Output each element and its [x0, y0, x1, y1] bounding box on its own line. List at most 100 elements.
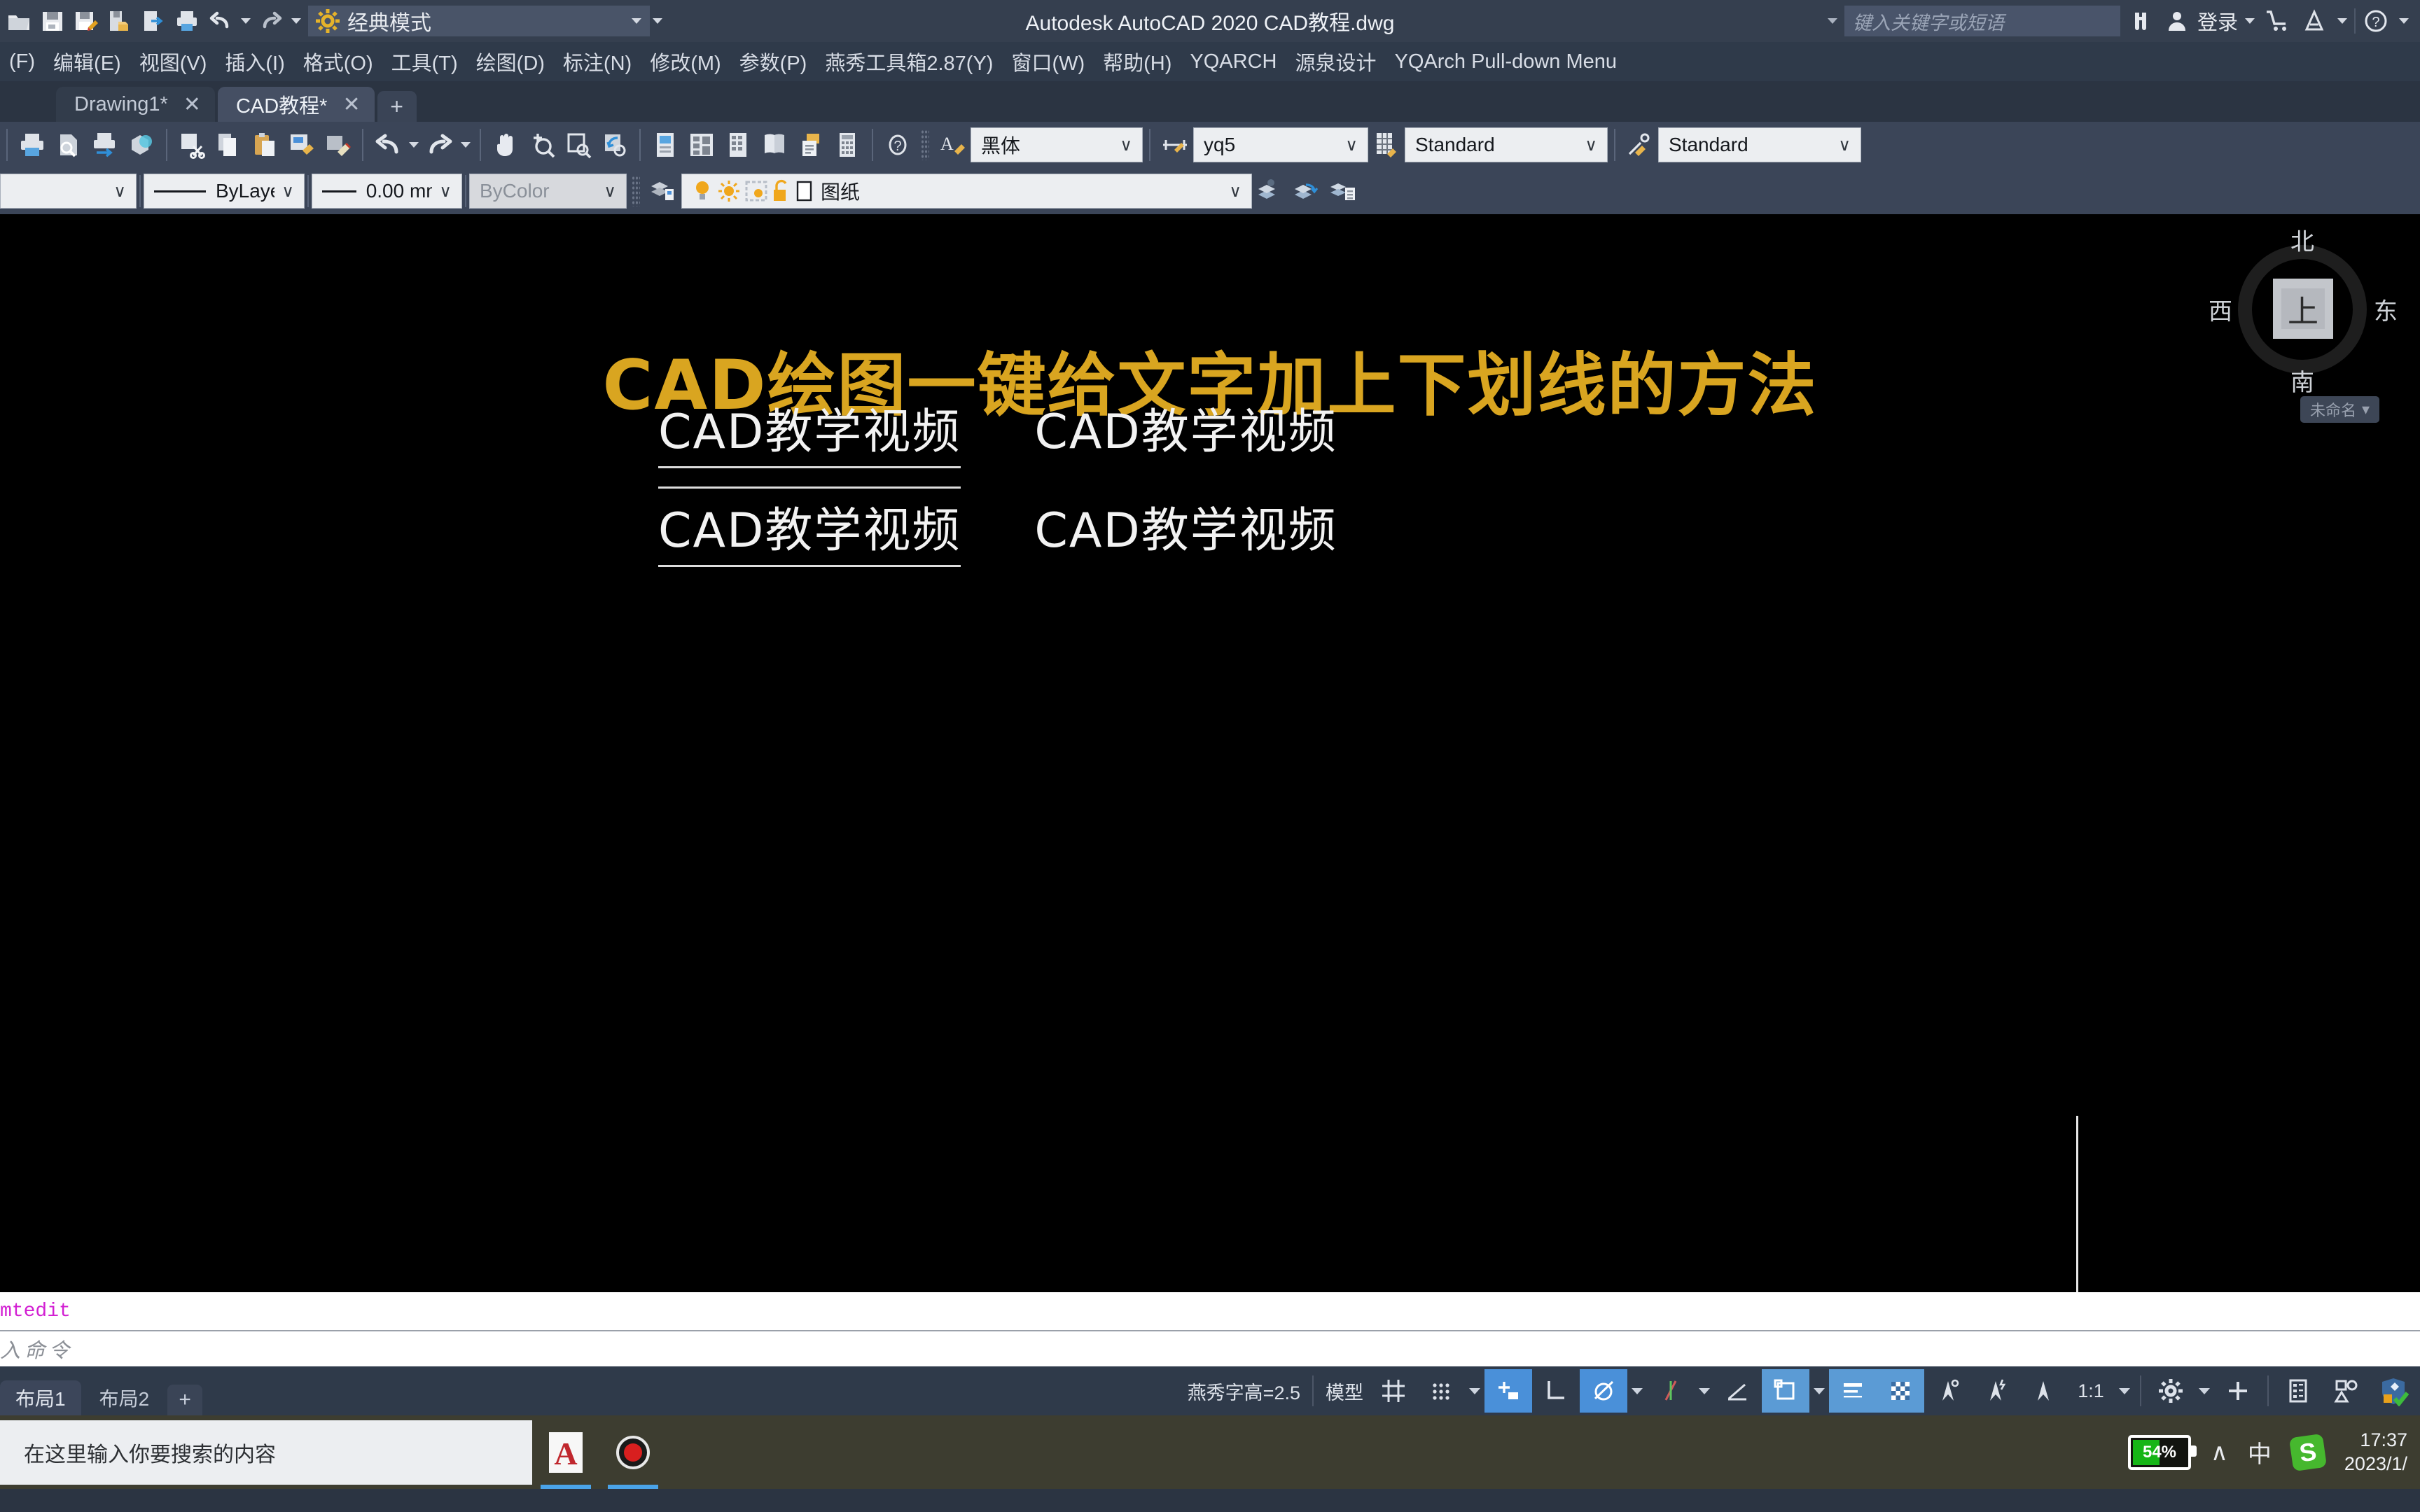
- object-snap-icon[interactable]: [1762, 1369, 1809, 1413]
- taskbar-clock[interactable]: 17:37 2023/1/: [2344, 1429, 2412, 1476]
- chevron-down-icon[interactable]: ∨: [1338, 135, 1365, 155]
- selection-cycling-icon[interactable]: [1924, 1369, 1972, 1413]
- save-icon[interactable]: [36, 5, 69, 37]
- undo-dropdown-caret[interactable]: [241, 18, 251, 24]
- layer-color-swatch-icon[interactable]: [795, 179, 814, 203]
- search-input[interactable]: 键入关键字或短语: [1844, 6, 2120, 36]
- command-line-area[interactable]: mtedit 入命令: [0, 1292, 2420, 1366]
- paste-icon[interactable]: [246, 125, 283, 164]
- zoom-previous-icon[interactable]: [597, 125, 633, 164]
- viewcube-top-face[interactable]: 上: [2273, 279, 2333, 339]
- viewcube-north-label[interactable]: 北: [2290, 223, 2314, 257]
- pan-icon[interactable]: [487, 125, 524, 164]
- taskbar-app-autocad[interactable]: A: [532, 1415, 599, 1489]
- menu-item-window[interactable]: 窗口(W): [1002, 47, 1094, 76]
- cut-icon[interactable]: [174, 125, 210, 164]
- grid-icon[interactable]: [1370, 1369, 1417, 1413]
- autodesk-app-icon[interactable]: [2298, 5, 2330, 37]
- object-snap-tracking-icon[interactable]: [1714, 1369, 1762, 1413]
- export-icon[interactable]: [137, 5, 169, 37]
- isometric-drafting-icon[interactable]: [1647, 1369, 1695, 1413]
- new-tab-button[interactable]: +: [377, 91, 417, 122]
- customization-plus-icon[interactable]: [2214, 1369, 2262, 1413]
- close-icon[interactable]: ✕: [342, 92, 360, 117]
- text-toolbar-grip[interactable]: [921, 130, 929, 160]
- properties-icon[interactable]: [647, 125, 683, 164]
- dynamic-ucs-icon[interactable]: [1972, 1369, 2019, 1413]
- viewcube-east-label[interactable]: 东: [2374, 293, 2398, 327]
- chevron-down-icon[interactable]: ∨: [432, 181, 459, 202]
- account-icon[interactable]: [2161, 5, 2193, 37]
- tool-palettes-icon[interactable]: [720, 125, 756, 164]
- taskbar-app-recorder[interactable]: [599, 1415, 667, 1489]
- help-icon[interactable]: ?: [879, 125, 916, 164]
- copy-icon[interactable]: [210, 125, 246, 164]
- menu-item-draw[interactable]: 绘图(D): [467, 47, 554, 76]
- layer-previous-icon[interactable]: [1288, 172, 1325, 211]
- chevron-down-icon[interactable]: ▾: [2362, 400, 2370, 419]
- snap-dropdown-caret[interactable]: [1469, 1387, 1480, 1394]
- help-icon[interactable]: ?: [2360, 5, 2392, 37]
- 3d-orbit-icon[interactable]: [123, 125, 160, 164]
- layer-combo[interactable]: 图纸 ∨: [681, 174, 1252, 209]
- layer-properties-icon[interactable]: [645, 172, 681, 211]
- print-icon[interactable]: [171, 5, 203, 37]
- new-layout-button[interactable]: +: [167, 1385, 203, 1415]
- text-style-icon[interactable]: A: [934, 125, 971, 164]
- open-icon[interactable]: [3, 5, 35, 37]
- close-icon[interactable]: ✕: [183, 92, 201, 117]
- sample-text-plain[interactable]: CAD教学视频: [1034, 491, 1337, 565]
- trusted-autocad-icon[interactable]: [2370, 1369, 2417, 1413]
- menu-item-yqarch-pulldown[interactable]: YQArch Pull-down Menu: [1386, 50, 1627, 74]
- viewcube-west-label[interactable]: 西: [2209, 293, 2232, 327]
- redo-icon[interactable]: [255, 5, 287, 37]
- dim-style-combo[interactable]: yq5 ∨: [1193, 127, 1368, 162]
- zoom-realtime-icon[interactable]: [524, 125, 560, 164]
- polar-tracking-icon[interactable]: [1580, 1369, 1627, 1413]
- erase-icon[interactable]: [319, 125, 356, 164]
- menu-item-modify[interactable]: 修改(M): [641, 47, 730, 76]
- layer-toolbar-grip[interactable]: [632, 176, 640, 206]
- layer-vp-freeze-icon[interactable]: [745, 180, 767, 202]
- dim-style-icon[interactable]: [1157, 125, 1193, 164]
- chevron-down-icon[interactable]: ∨: [1222, 181, 1249, 202]
- table-style-combo[interactable]: Standard ∨: [1405, 127, 1608, 162]
- scale-dropdown-caret[interactable]: [2119, 1387, 2130, 1394]
- osnap-dropdown-caret[interactable]: [1814, 1387, 1825, 1394]
- annotation-scale-label[interactable]: 1:1: [2067, 1369, 2115, 1413]
- chevron-down-icon[interactable]: ∨: [1113, 135, 1139, 155]
- infer-constraints-icon[interactable]: [1484, 1369, 1532, 1413]
- text-style-combo[interactable]: 黑体 ∨: [971, 127, 1143, 162]
- undo-icon[interactable]: [370, 125, 406, 164]
- mleader-style-icon[interactable]: [1622, 125, 1658, 164]
- lineweight-combo[interactable]: 0.00 mm ∨: [312, 174, 462, 209]
- qat-customize-caret[interactable]: [653, 18, 662, 24]
- redo-icon[interactable]: [422, 125, 458, 164]
- workspace-switcher[interactable]: 经典模式: [308, 6, 650, 36]
- model-space-button[interactable]: 模型: [1319, 1369, 1370, 1413]
- plot-icon[interactable]: [14, 125, 50, 164]
- menu-item-yuanquan[interactable]: 源泉设计: [1286, 47, 1385, 76]
- sample-text-underlined[interactable]: CAD教学视频: [658, 393, 961, 468]
- table-style-icon[interactable]: [1368, 125, 1405, 164]
- publish-icon[interactable]: [87, 125, 123, 164]
- undo-icon[interactable]: [204, 5, 237, 37]
- chevron-down-icon[interactable]: ∨: [1578, 135, 1604, 155]
- menu-item-help[interactable]: 帮助(H): [1094, 47, 1181, 76]
- make-object-layer-current-icon[interactable]: [1252, 172, 1288, 211]
- transparency-display-icon[interactable]: [1877, 1369, 1924, 1413]
- gear-icon[interactable]: [2147, 1369, 2195, 1413]
- object-color-combo[interactable]: ∨: [0, 174, 137, 209]
- save-to-cloud-icon[interactable]: [104, 5, 136, 37]
- command-input[interactable]: 入命令: [0, 1330, 2420, 1366]
- battery-icon[interactable]: 54%: [2128, 1434, 2197, 1470]
- lineweight-display-icon[interactable]: [1829, 1369, 1877, 1413]
- signin-label[interactable]: 登录: [2197, 6, 2238, 36]
- yanxiu-text-height-label[interactable]: 燕秀字高=2.5: [1181, 1369, 1307, 1413]
- named-view-dropdown[interactable]: 未命名 ▾: [2300, 396, 2379, 423]
- autodesk-app-caret[interactable]: [2337, 18, 2347, 24]
- menu-item-insert[interactable]: 插入(I): [216, 47, 293, 76]
- chevron-up-icon[interactable]: ∧: [2211, 1438, 2228, 1466]
- menu-item-dimension[interactable]: 标注(N): [554, 47, 641, 76]
- isometric-dropdown-caret[interactable]: [1699, 1387, 1710, 1394]
